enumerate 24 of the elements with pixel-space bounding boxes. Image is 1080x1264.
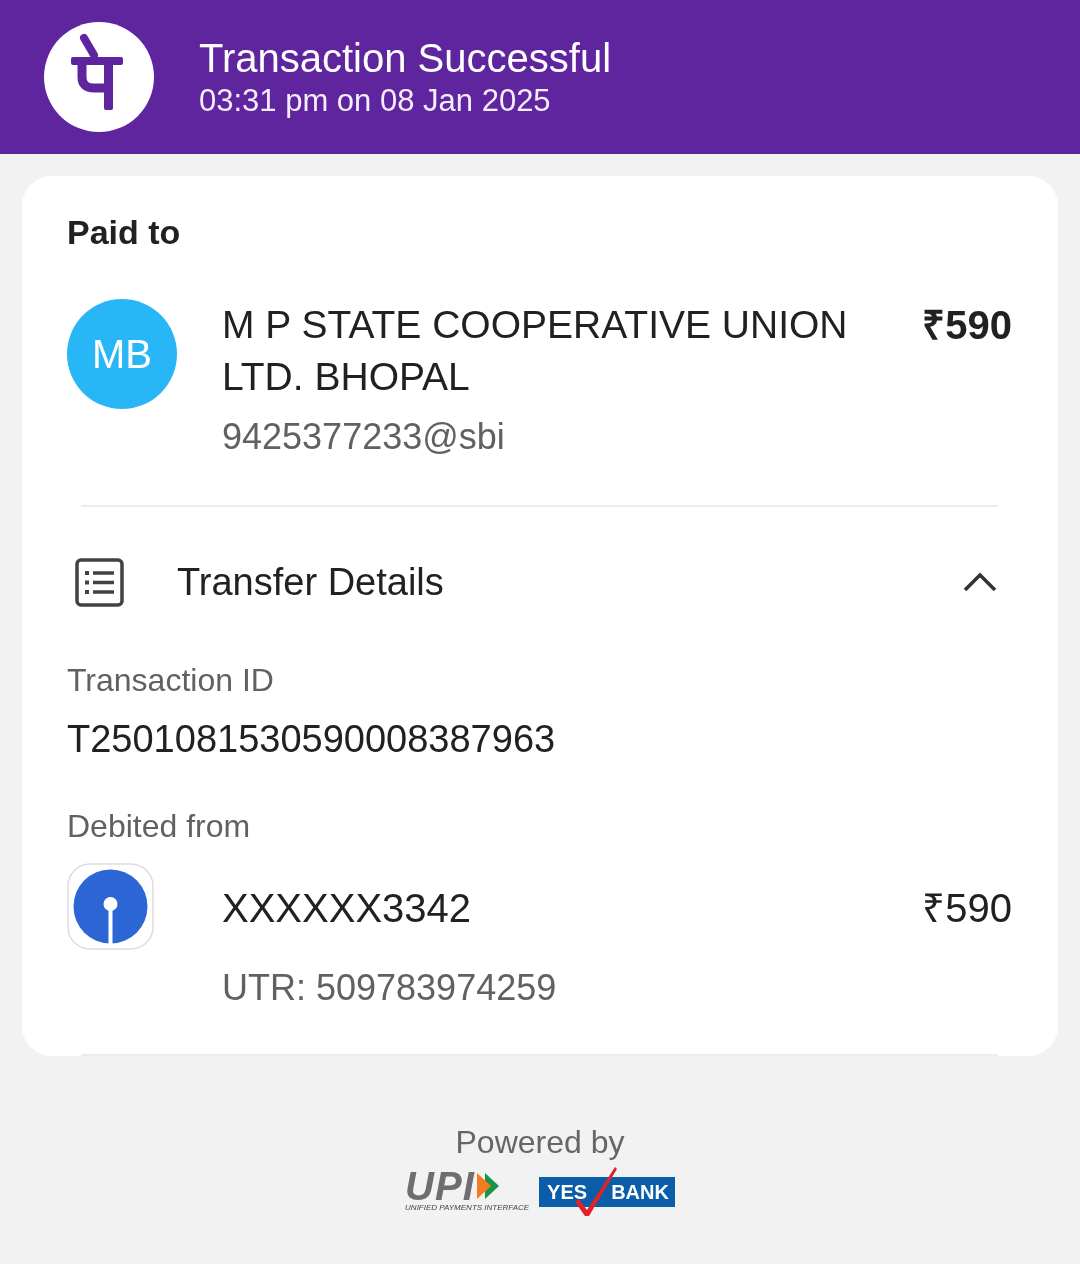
utr-text: UTR: 509783974259	[222, 966, 558, 1010]
arrow-icon	[476, 1172, 499, 1200]
section-title: Transfer Details	[177, 560, 445, 605]
logo-text: YES	[547, 1180, 588, 1203]
field-label: Transaction ID	[67, 661, 275, 700]
date-time-text: 03:31 pm on 08 Jan 2025	[199, 82, 552, 120]
upi-id-text: 9425377233@sbi	[222, 415, 506, 459]
transaction-id-text: T2501081530590008387963	[67, 717, 557, 761]
field-label: Debited from	[67, 807, 252, 846]
section-heading: Paid to	[67, 212, 182, 252]
account-number-text: XXXXXX3342	[222, 885, 472, 932]
list-icon	[75, 557, 124, 607]
payee-name: M P STATE COOPERATIVE UNION LTD. BHOPAL	[222, 302, 849, 400]
footer-text: Powered by	[455, 1123, 625, 1162]
bank-logo-icon	[67, 863, 154, 950]
logo-icon	[44, 22, 154, 132]
amount-text: ₹590	[922, 302, 1012, 349]
collapse-chevron-button[interactable]	[963, 572, 997, 592]
status-title: Transaction Successful	[199, 35, 612, 82]
avatar: MB	[67, 299, 177, 409]
logo-text: UPI	[405, 1170, 475, 1202]
logo-tagline: UNIFIED PAYMENTS INTERFACE	[405, 1203, 530, 1213]
logo-text: BANK	[611, 1180, 669, 1203]
amount-text: ₹590	[922, 885, 1012, 932]
